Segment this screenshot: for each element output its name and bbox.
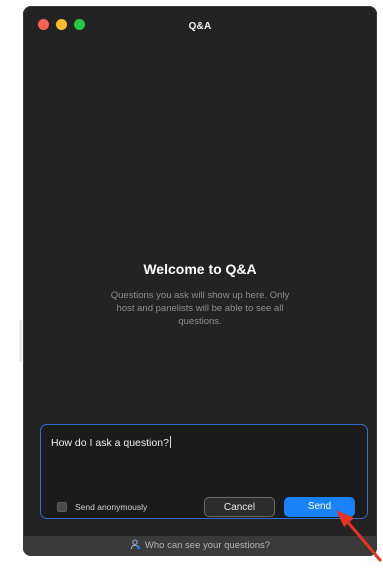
send-button[interactable]: Send bbox=[284, 497, 355, 517]
send-anonymously-label: Send anonymously bbox=[75, 502, 148, 512]
question-input-text: How do I ask a question? bbox=[51, 437, 169, 449]
question-visibility-text: Who can see your questions? bbox=[144, 540, 271, 551]
question-composer: How do I ask a question? Send anonymousl… bbox=[40, 424, 368, 519]
resize-handle[interactable] bbox=[19, 320, 22, 362]
send-anonymously-checkbox[interactable] bbox=[57, 502, 67, 512]
window-title: Q&A bbox=[188, 21, 212, 32]
welcome-panel: Welcome to Q&A Questions you ask will sh… bbox=[23, 261, 377, 328]
qa-window: Q&A Welcome to Q&A Questions you ask wil… bbox=[23, 6, 377, 556]
text-caret bbox=[169, 436, 171, 448]
screenshot-stage: Q&A Welcome to Q&A Questions you ask wil… bbox=[0, 0, 383, 568]
send-anonymously-option[interactable]: Send anonymously bbox=[57, 502, 147, 512]
welcome-title: Welcome to Q&A bbox=[143, 261, 257, 277]
question-visibility-link[interactable]: Who can see your questions? bbox=[23, 536, 377, 556]
person-icon bbox=[130, 538, 141, 556]
title-bar: Q&A bbox=[23, 6, 377, 36]
question-input[interactable]: How do I ask a question? bbox=[51, 436, 351, 449]
cancel-button[interactable]: Cancel bbox=[204, 497, 275, 517]
welcome-description: Questions you ask will show up here. Onl… bbox=[110, 290, 290, 327]
